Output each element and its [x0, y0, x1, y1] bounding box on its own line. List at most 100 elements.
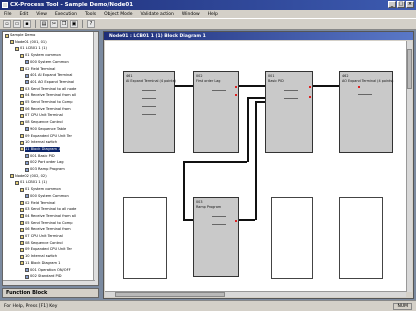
tree-item-label: 000 System Common [30, 59, 69, 64]
tree-item[interactable]: 000 System Common [25, 194, 69, 199]
empty-block-slot[interactable] [339, 197, 383, 279]
diagram-horizontal-scrollbar[interactable] [105, 291, 406, 297]
tree-item[interactable]: 10 Internal switch [20, 254, 57, 259]
menu-window[interactable]: Window [182, 12, 200, 17]
output-port[interactable] [235, 94, 237, 96]
menu-validate[interactable]: Validate action [140, 12, 173, 17]
empty-block-slot[interactable] [123, 197, 167, 279]
function-block-icon [25, 167, 29, 172]
project-tree[interactable]: Sample Demo Node01 (001, 01) 01 LCB01 1 (1… [2, 31, 99, 286]
tree-item[interactable]: Node01 (001, 01) [10, 40, 47, 45]
minimize-button[interactable]: _ [388, 1, 396, 8]
menu-file[interactable]: File [4, 12, 12, 17]
function-block-tab[interactable]: Function Block [2, 288, 99, 298]
menu-tools[interactable]: Tools [85, 12, 96, 17]
tree-item-label: 01 LCB01 1 (1) [20, 180, 47, 185]
tree-item-label: 401 AI Expand Terminal [30, 73, 73, 78]
tree-item[interactable]: 05 Send Terminal to Comp [20, 221, 72, 226]
tree-item-label: 06 Receive Terminal from [25, 106, 71, 111]
menu-object-mode[interactable]: Object Mode [104, 12, 132, 17]
diagram-vertical-scrollbar[interactable] [406, 41, 412, 292]
tree-item[interactable]: 05 Send Terminal to Comp [20, 100, 72, 105]
toolbar-separator [82, 20, 83, 28]
function-block-icon [25, 73, 29, 78]
menu-edit[interactable]: Edit [20, 12, 29, 17]
tree-item-label: 07 CPU Unit Terminal [25, 234, 63, 238]
tree-item[interactable]: 07 CPU Unit Terminal [20, 113, 63, 118]
tree-item[interactable]: 10 Internal switch [20, 140, 57, 145]
tree-item[interactable]: 04 Receive Terminal from all [20, 93, 76, 98]
tree-item[interactable]: 08 Sequence Control [20, 241, 63, 246]
scroll-thumb[interactable] [407, 49, 412, 89]
tree-item-label: 05 Send Terminal to Comp [25, 220, 73, 225]
tree-item[interactable]: 001 Operation ON/OFF [25, 268, 71, 273]
connection-wire [247, 97, 249, 162]
copy-icon[interactable]: ❐ [60, 20, 68, 28]
tree-item[interactable]: 01 LCB01 1 (1) [15, 46, 47, 51]
tree-item[interactable]: 900 Sequence Table [25, 127, 66, 132]
function-block-ao-expand[interactable]: 462 AO Expand Terminal (4 points) [339, 71, 393, 153]
output-port[interactable] [309, 86, 311, 88]
open-icon[interactable]: ▭ [13, 20, 21, 28]
tree-item[interactable]: Sample Demo [5, 33, 35, 38]
block-id: 002 [196, 74, 203, 78]
tree-item[interactable]: 09 Expanded CPU Unit Ter [20, 247, 72, 252]
print-icon[interactable]: ▤ [40, 20, 48, 28]
tree-item[interactable]: 001 Basic PID [25, 154, 55, 159]
help-icon[interactable]: ? [87, 20, 95, 28]
paste-icon[interactable]: ▣ [70, 20, 78, 28]
menu-help[interactable]: Help [208, 12, 218, 17]
tree-item[interactable]: 06 Receive Terminal from [20, 107, 71, 112]
block-id: 003 [196, 200, 203, 204]
tree-item[interactable]: Node02 (002, 02) [10, 174, 47, 179]
tree-vertical-scrollbar[interactable] [93, 32, 98, 285]
cut-icon[interactable]: ✂ [50, 20, 58, 28]
scroll-thumb[interactable] [115, 292, 225, 297]
diagram-canvas[interactable]: 461 AI Expand Terminal (4 points) 002 Fi… [105, 41, 406, 292]
menu-execution[interactable]: Execution [55, 12, 77, 17]
tree-item[interactable]: 401 AO Expand Terminal [25, 80, 74, 85]
tree-item[interactable]: 002 Standard PID [25, 274, 62, 279]
tree-item[interactable]: 03 Send Terminal to all node [20, 87, 76, 92]
output-port[interactable] [235, 220, 237, 222]
menu-view[interactable]: View [36, 12, 47, 17]
output-port[interactable] [309, 96, 311, 98]
tree-item[interactable]: 02 Field Terminal [20, 67, 55, 72]
block-name: AO Expand Terminal (4 points) [342, 79, 394, 83]
empty-block-slot[interactable] [271, 197, 313, 279]
new-icon[interactable]: ▫ [3, 20, 11, 28]
close-button[interactable]: × [406, 1, 414, 8]
function-block-ramp-program[interactable]: 003 Ramp Program [193, 197, 239, 277]
folder-icon [5, 33, 9, 38]
folder-icon [15, 46, 19, 51]
tree-item[interactable]: 002 Port order Lag [25, 160, 63, 165]
connection-wire [247, 97, 265, 99]
tree-item[interactable]: 01 System common [20, 53, 61, 58]
function-block-basic-pid[interactable]: 001 Basic PID [265, 71, 313, 153]
maximize-button[interactable]: □ [397, 1, 405, 8]
save-icon[interactable]: ▪ [23, 20, 31, 28]
tree-item[interactable]: 03 Send Terminal to all node [20, 207, 76, 212]
tree-item[interactable]: 11 Block Diagram 1 [20, 146, 61, 152]
folder-icon [20, 93, 24, 98]
tree-item[interactable]: 02 Field Terminal [20, 201, 55, 206]
function-block-ai-expand[interactable]: 461 AI Expand Terminal (4 points) [123, 71, 176, 153]
function-block-icon [25, 160, 29, 165]
tree-item[interactable]: 401 AI Expand Terminal [25, 73, 72, 78]
function-block-first-order-lag[interactable]: 002 First order Lag [193, 71, 239, 153]
tree-item[interactable]: 003 Ramp Program [25, 167, 65, 172]
tree-horizontal-scrollbar[interactable] [3, 280, 95, 285]
tree-item[interactable]: 01 LCB01 1 (1) [15, 180, 47, 185]
tree-item[interactable]: 11 Block Diagram 1 [20, 261, 60, 266]
folder-icon [20, 53, 24, 58]
tree-item[interactable]: 06 Receive Terminal from [20, 227, 71, 232]
tree-item[interactable]: 04 Receive Terminal from all [20, 214, 76, 219]
tree-item[interactable]: 08 Sequence Control [20, 120, 63, 125]
output-port[interactable] [235, 86, 237, 88]
tree-item[interactable]: 09 Expanded CPU Unit Ter [20, 134, 72, 139]
block-port-row [284, 98, 298, 102]
tree-item[interactable]: 07 CPU Unit Terminal [20, 234, 63, 239]
tree-item[interactable]: 000 System Common [25, 60, 69, 65]
tree-item[interactable]: 01 System common [20, 187, 61, 192]
input-port[interactable] [358, 86, 360, 88]
